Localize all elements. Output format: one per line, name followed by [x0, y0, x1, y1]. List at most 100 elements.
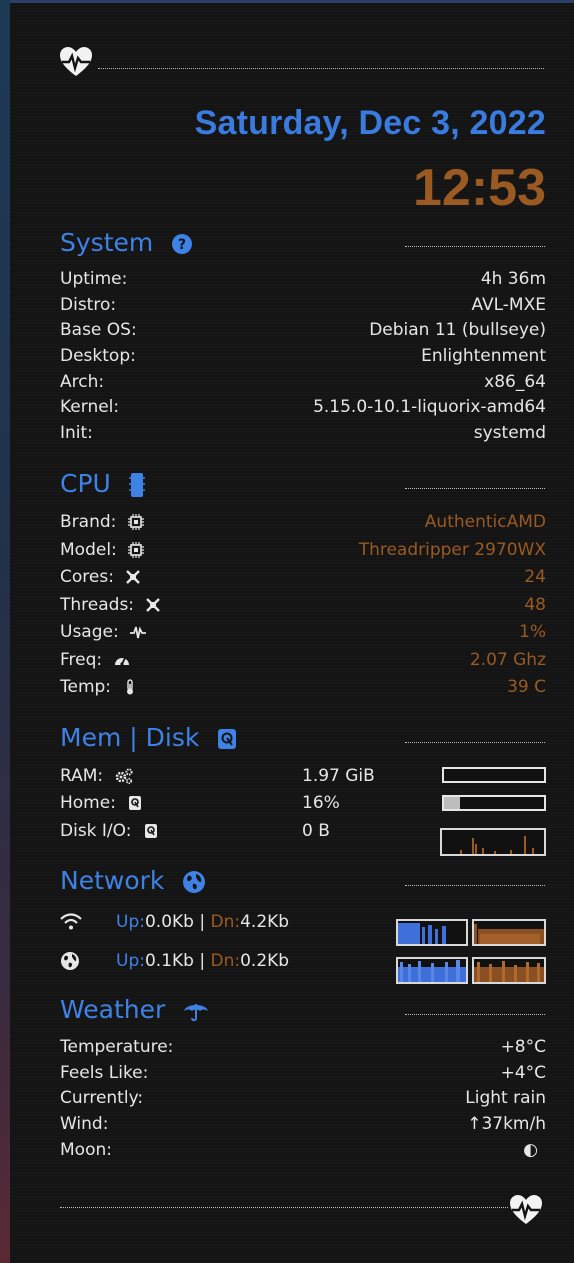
- cpu-icon: [128, 473, 145, 497]
- heartbeat-icon: [510, 1195, 542, 1224]
- row-label-wrap: Usage:: [60, 619, 147, 647]
- gauge-icon: [114, 657, 129, 666]
- row-value: AVL-MXE: [471, 294, 546, 315]
- ram-label: RAM:: [60, 766, 104, 786]
- row-label: Base OS:: [60, 320, 137, 341]
- title-separator: |: [129, 723, 138, 752]
- thermometer-icon: [127, 679, 134, 695]
- row-label: Currently:: [60, 1088, 144, 1109]
- up-value: 0.0Kb: [144, 912, 194, 932]
- cpu-rows: Brand: AuthenticAMD Model: Threadripper …: [60, 509, 546, 702]
- system-row: Uptime: 4h 36m: [60, 267, 546, 293]
- home-bar-fill: [444, 797, 460, 809]
- ethernet-upload-plot: [398, 960, 466, 982]
- wifi-traffic-row: Up:0.0Kb | Dn:4.2Kb: [60, 909, 289, 935]
- section-title-network: Network: [60, 866, 206, 895]
- row-label-wrap: Freq:: [60, 647, 130, 675]
- row-label-wrap: Brand:: [60, 509, 144, 537]
- divider: [405, 742, 545, 743]
- row-value: 48: [524, 594, 546, 615]
- ram-row: RAM:: [60, 763, 133, 789]
- cpu-row: Threads: 48: [60, 592, 546, 620]
- section-title-weather: Weather: [60, 995, 209, 1024]
- weather-row: Temperature: +8°C: [60, 1035, 546, 1061]
- row-value: Debian 11 (bullseye): [369, 320, 546, 341]
- row-label: Temperature:: [60, 1037, 174, 1057]
- row-label: Feels Like:: [60, 1062, 149, 1083]
- moon-phase-icon: ◐: [523, 1139, 538, 1160]
- weather-row: Moon: ◐: [60, 1138, 546, 1164]
- disk-small-icon: [144, 824, 157, 838]
- row-label: Freq:: [60, 649, 103, 670]
- wifi-upload-graph: [396, 919, 468, 946]
- cpu-row: Temp: 39 C: [60, 674, 546, 702]
- time-label: 12:53: [413, 159, 546, 217]
- row-label: Usage:: [60, 622, 119, 642]
- row-value: +4°C: [500, 1062, 546, 1083]
- ram-value: 1.97 GiB: [302, 766, 375, 786]
- umbrella-icon: [184, 1004, 209, 1022]
- ram-bar: [442, 767, 546, 783]
- row-label: Model:: [60, 539, 117, 560]
- divider: [405, 1014, 545, 1015]
- divider: [405, 488, 545, 489]
- weather-title: Weather: [60, 995, 166, 1024]
- down-value: 0.2Kb: [240, 951, 290, 971]
- row-value: ↑37km/h: [467, 1114, 546, 1135]
- diskio-value: 0 B: [302, 821, 330, 841]
- heartbeat-icon: [60, 47, 92, 76]
- row-label: Moon:: [60, 1139, 112, 1160]
- row-label-wrap: Temp:: [60, 674, 138, 702]
- wifi-download-graph: [472, 919, 546, 946]
- disk-icon: [218, 729, 237, 749]
- row-value: 4h 36m: [480, 269, 546, 289]
- top-strip: [10, 0, 574, 3]
- diskio-graph-plot: [460, 836, 534, 854]
- row-value: systemd: [473, 423, 546, 444]
- row-value: 5.15.0-10.1-liquorix-amd64: [313, 397, 546, 418]
- disk-small-icon: [129, 796, 142, 810]
- wifi-upload-plot: [398, 923, 446, 944]
- system-row: Arch: x86_64: [60, 370, 546, 396]
- home-row: Home:: [60, 790, 143, 816]
- system-row: Desktop: Enlightenment: [60, 344, 546, 370]
- system-title: System: [60, 228, 154, 257]
- mem-title: Mem: [60, 723, 122, 752]
- home-value: 16%: [302, 793, 340, 813]
- down-label: Dn:: [210, 951, 241, 971]
- chip-icon: [128, 541, 145, 558]
- row-label: Init:: [60, 423, 93, 444]
- conky-panel: Saturday, Dec 3, 2022 12:53 System ? Upt…: [10, 0, 574, 1263]
- weather-row: Wind: ↑37km/h: [60, 1112, 546, 1138]
- home-bar: [442, 795, 546, 811]
- down-value: 4.2Kb: [240, 912, 290, 932]
- cpu-title: CPU: [60, 469, 111, 498]
- row-label-wrap: Threads:: [60, 592, 161, 620]
- row-value: 24: [524, 567, 546, 587]
- up-label: Up:: [116, 912, 145, 932]
- section-title-memdisk: Mem | Disk: [60, 723, 237, 752]
- diskio-row: Disk I/O:: [60, 818, 159, 844]
- divider: [405, 885, 545, 886]
- globe-small-icon: [61, 952, 79, 970]
- wifi-icon: [60, 913, 82, 930]
- divider: [405, 246, 545, 247]
- pulse-icon: [130, 626, 147, 639]
- row-value: 39 C: [507, 677, 546, 697]
- row-label-wrap: Cores:: [60, 564, 141, 592]
- system-row: Kernel: 5.15.0-10.1-liquorix-amd64: [60, 395, 546, 421]
- weather-row: Feels Like: +4°C: [60, 1061, 546, 1087]
- row-label: Arch:: [60, 371, 105, 392]
- system-row: Init: systemd: [60, 421, 546, 447]
- separator: |: [199, 951, 206, 971]
- row-label: Wind:: [60, 1114, 109, 1135]
- up-label: Up:: [116, 951, 145, 971]
- gears-icon: [115, 768, 133, 784]
- cpu-row: Brand: AuthenticAMD: [60, 509, 546, 537]
- system-rows: Uptime: 4h 36m Distro: AVL-MXE Base OS: Deb…: [60, 267, 546, 447]
- section-title-cpu: CPU: [60, 469, 145, 498]
- chip-icon: [127, 514, 144, 530]
- row-label: Threads:: [60, 594, 135, 615]
- row-label: Desktop:: [60, 346, 136, 367]
- row-value: Threadripper 2970WX: [358, 539, 546, 560]
